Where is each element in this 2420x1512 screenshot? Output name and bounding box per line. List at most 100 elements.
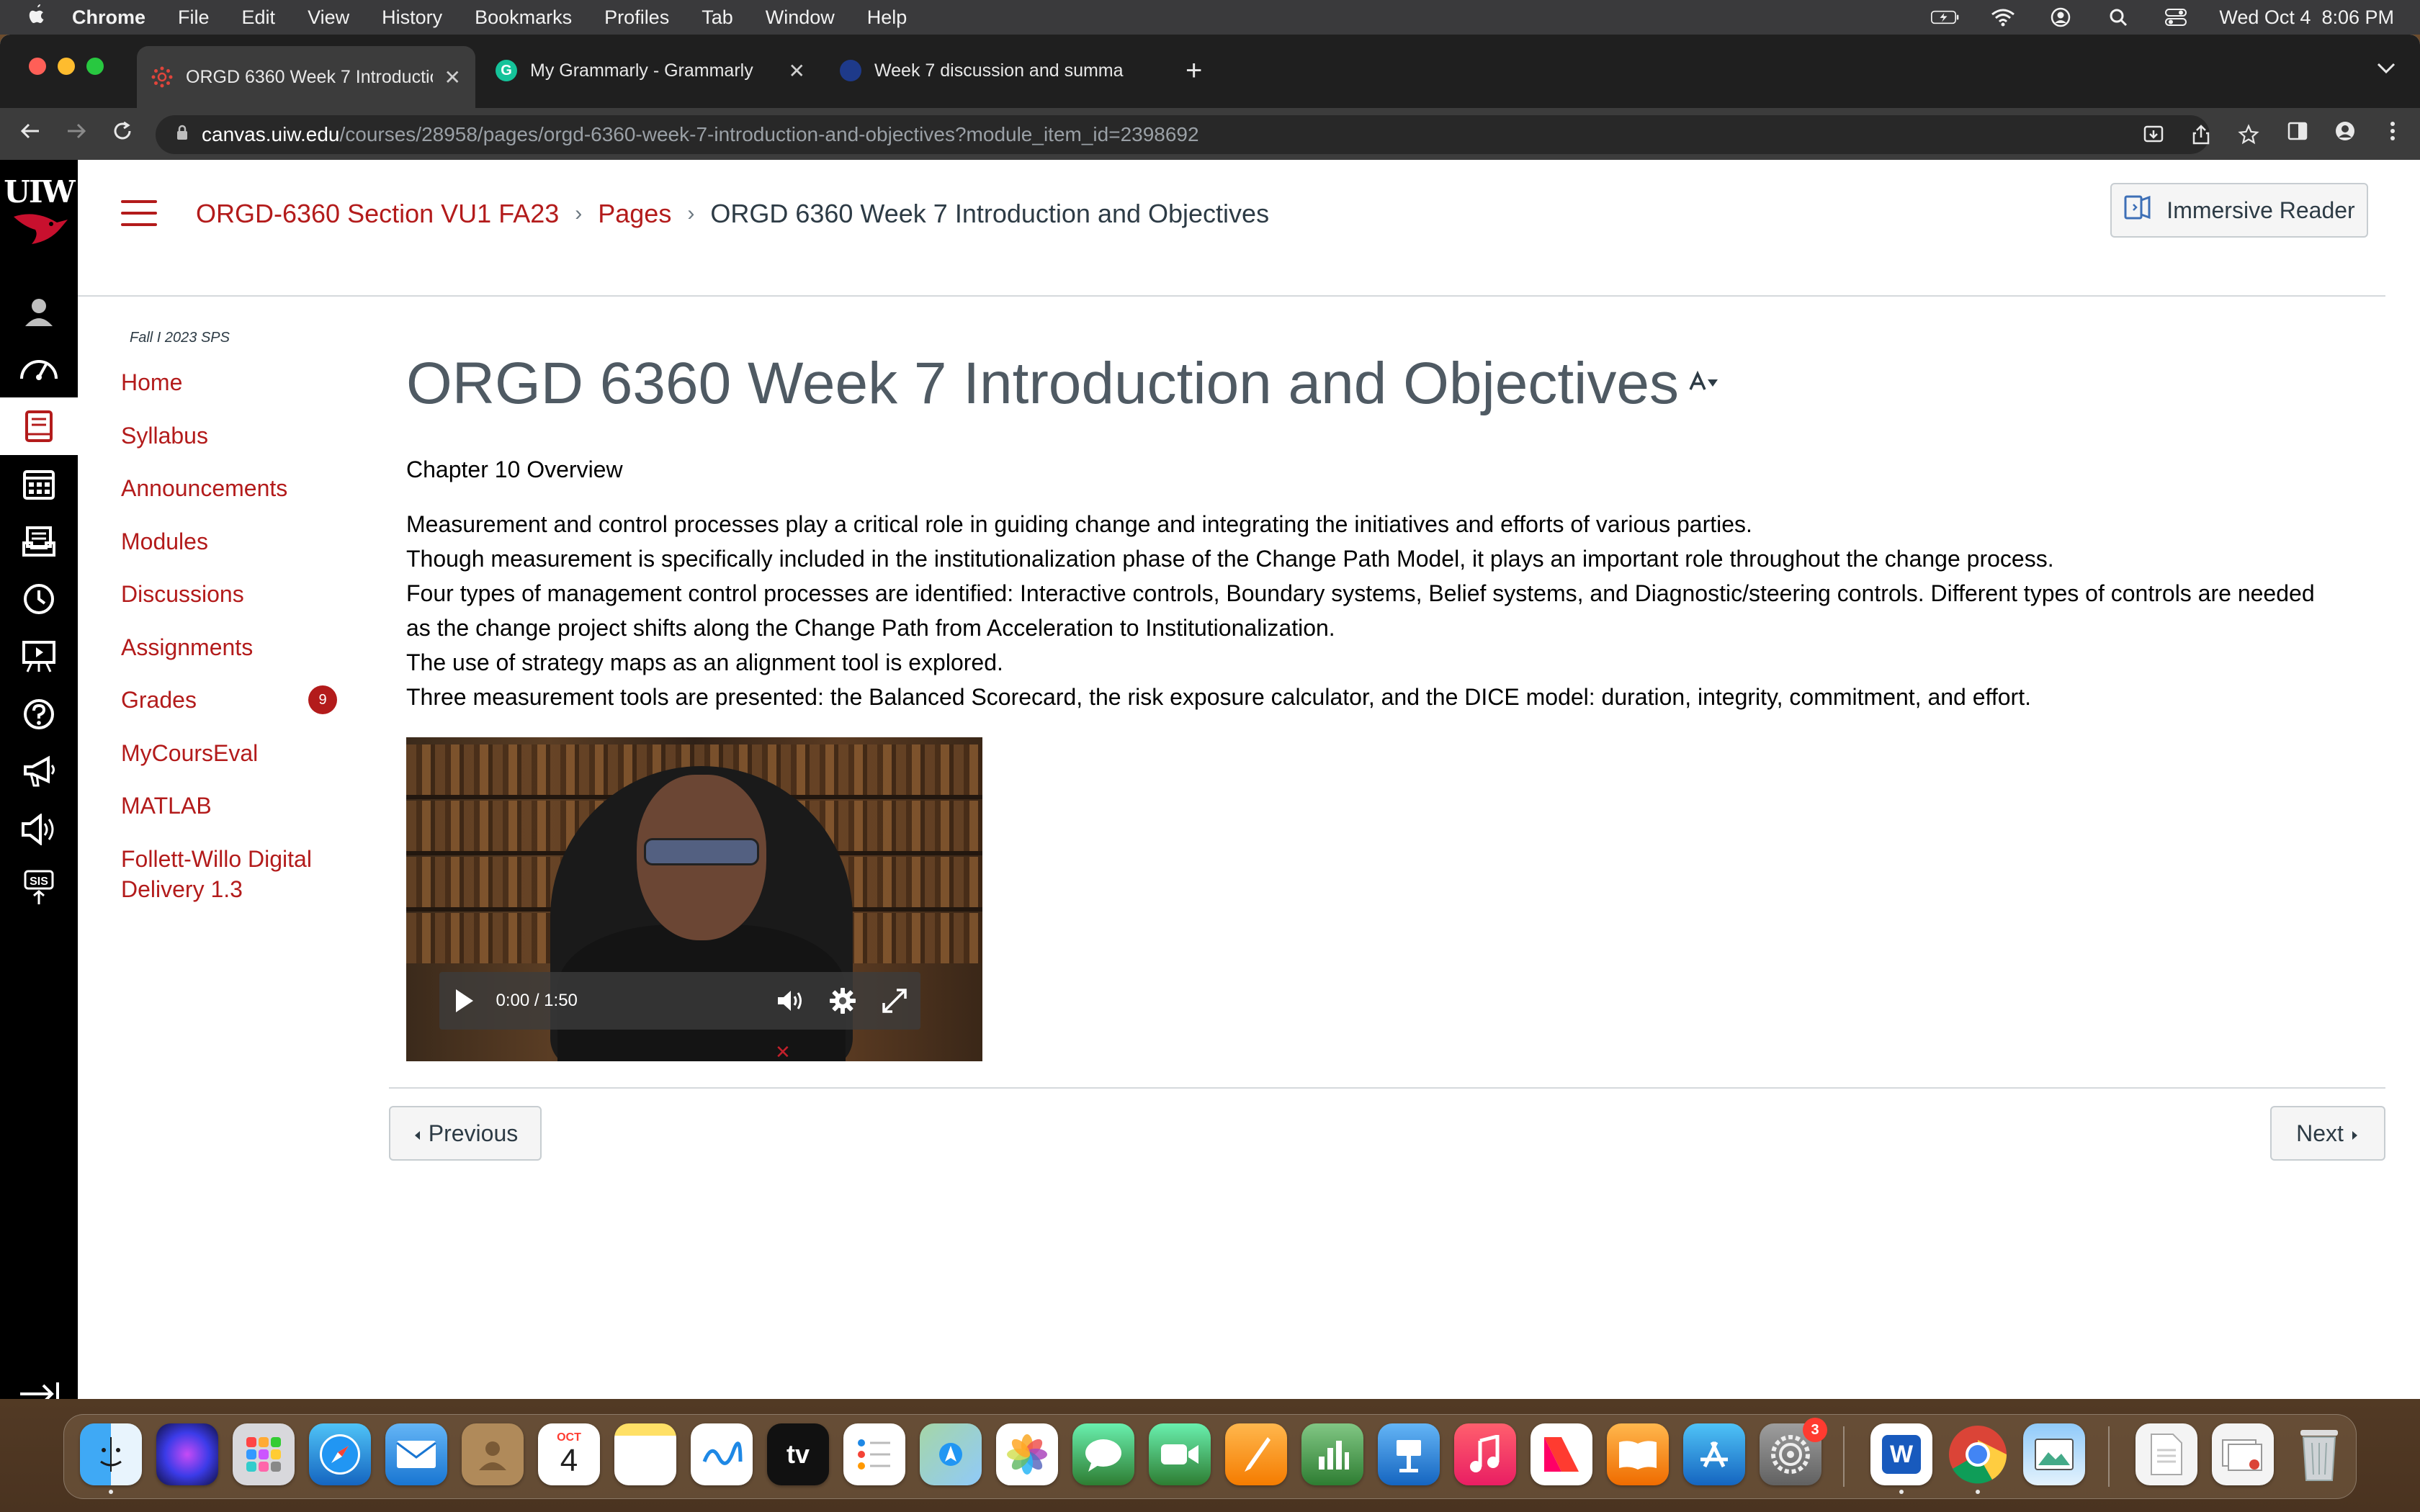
course-nav-discussions[interactable]: Discussions	[121, 579, 244, 609]
fullscreen-icon[interactable]	[869, 972, 920, 1030]
system-settings-icon[interactable]: 3	[1760, 1418, 1827, 1485]
close-tab-icon[interactable]: ✕	[789, 59, 805, 83]
font-size-icon[interactable]	[1689, 369, 1719, 399]
mail-icon[interactable]	[385, 1423, 447, 1485]
reminders-icon[interactable]	[843, 1423, 905, 1485]
immersive-reader-button[interactable]: Immersive Reader	[2110, 183, 2368, 238]
docx-file-icon[interactable]	[2136, 1423, 2197, 1485]
more-menu-icon[interactable]	[2380, 118, 2406, 144]
launchpad-icon[interactable]	[233, 1423, 295, 1485]
dashboard-icon[interactable]	[0, 338, 78, 396]
chrome-icon[interactable]	[1947, 1423, 2009, 1485]
microsoft-word-icon[interactable]: W	[1870, 1423, 1932, 1485]
settings-gear-icon[interactable]	[816, 972, 868, 1030]
user-icon[interactable]	[2046, 7, 2075, 27]
music-icon[interactable]	[1454, 1423, 1516, 1485]
account-icon[interactable]	[0, 282, 78, 340]
volume-icon[interactable]	[764, 972, 816, 1030]
menu-view[interactable]: View	[308, 6, 349, 29]
course-nav-follett[interactable]: Follett-Willo Digital Delivery 1.3	[121, 844, 337, 904]
menu-bookmarks[interactable]: Bookmarks	[475, 6, 572, 29]
menu-window[interactable]: Window	[766, 6, 835, 29]
menu-app-name[interactable]: Chrome	[72, 6, 145, 29]
calendar-app-icon[interactable]: OCT 4	[538, 1423, 600, 1485]
side-panel-icon[interactable]	[2285, 118, 2311, 144]
bookmark-star-icon[interactable]	[2236, 122, 2262, 148]
zoom-window-button[interactable]	[86, 58, 104, 75]
history-icon[interactable]	[0, 570, 78, 628]
lock-icon[interactable]	[176, 125, 189, 145]
previous-button[interactable]: Previous	[389, 1106, 542, 1161]
uiw-logo[interactable]: UIW	[0, 174, 78, 253]
wifi-icon[interactable]	[1989, 7, 2017, 27]
app-store-icon[interactable]	[1683, 1423, 1745, 1485]
menu-bar-clock[interactable]: Wed Oct 4 8:06 PM	[2219, 6, 2394, 29]
keynote-icon[interactable]	[1378, 1423, 1440, 1485]
course-nav-home[interactable]: Home	[121, 367, 182, 397]
tab-week7-discussion[interactable]: Week 7 discussion and summa	[825, 46, 1164, 95]
course-nav-modules[interactable]: Modules	[121, 526, 208, 557]
menu-edit[interactable]: Edit	[242, 6, 276, 29]
facetime-icon[interactable]	[1149, 1423, 1211, 1485]
install-icon[interactable]	[2141, 122, 2166, 148]
trash-icon[interactable]	[2288, 1423, 2350, 1485]
course-nav-grades[interactable]: Grades	[121, 685, 197, 715]
finder-icon[interactable]	[80, 1423, 142, 1485]
course-menu-toggle-icon[interactable]	[121, 200, 157, 226]
menu-profiles[interactable]: Profiles	[604, 6, 669, 29]
course-nav-assignments[interactable]: Assignments	[121, 632, 253, 662]
address-bar[interactable]: canvas.uiw.edu/courses/28958/pages/orgd-…	[156, 115, 2210, 154]
preview-icon[interactable]	[2023, 1423, 2085, 1485]
minimize-window-button[interactable]	[58, 58, 75, 75]
freeform-icon[interactable]	[691, 1423, 753, 1485]
maps-icon[interactable]	[920, 1423, 982, 1485]
tab-grammarly[interactable]: G My Grammarly - Grammarly ✕	[481, 46, 820, 95]
course-nav-announcements[interactable]: Announcements	[121, 473, 287, 503]
apple-tv-icon[interactable]: tv	[767, 1423, 829, 1485]
close-tab-icon[interactable]: ✕	[444, 66, 461, 89]
course-nav-syllabus[interactable]: Syllabus	[121, 420, 208, 451]
close-window-button[interactable]	[29, 58, 46, 75]
speaker-icon[interactable]	[0, 801, 78, 858]
menu-help[interactable]: Help	[867, 6, 908, 29]
menu-tab[interactable]: Tab	[702, 6, 733, 29]
play-icon[interactable]	[439, 972, 488, 1030]
help-icon[interactable]	[0, 685, 78, 743]
course-nav-mycourseval[interactable]: MyCoursEval	[121, 738, 258, 768]
back-arrow-icon[interactable]	[16, 120, 45, 149]
tab-search-chevron-icon[interactable]	[2377, 56, 2396, 79]
new-tab-icon[interactable]: +	[1186, 55, 1202, 87]
control-center-icon[interactable]	[2161, 7, 2190, 27]
books-icon[interactable]	[1607, 1423, 1669, 1485]
forward-arrow-icon[interactable]	[62, 120, 91, 149]
spotlight-icon[interactable]	[2104, 7, 2133, 27]
menu-file[interactable]: File	[178, 6, 210, 29]
course-nav-matlab[interactable]: MATLAB	[121, 791, 212, 821]
next-button[interactable]: Next	[2270, 1106, 2385, 1161]
photos-icon[interactable]	[996, 1423, 1058, 1485]
studio-icon[interactable]	[0, 628, 78, 685]
announcements-icon[interactable]	[0, 743, 78, 801]
tab-canvas-week7[interactable]: ORGD 6360 Week 7 Introductio ✕	[137, 46, 475, 108]
news-icon[interactable]	[1531, 1423, 1592, 1485]
notes-icon[interactable]	[614, 1423, 676, 1485]
collapse-nav-icon[interactable]	[14, 1380, 63, 1399]
courses-icon[interactable]	[0, 397, 78, 455]
video-player[interactable]: ✕ 0:00 / 1:50	[406, 737, 982, 1061]
share-icon[interactable]	[2188, 122, 2214, 148]
messages-icon[interactable]	[1072, 1423, 1134, 1485]
sis-icon[interactable]: SIS	[0, 858, 78, 916]
downloads-stack-icon[interactable]	[2212, 1423, 2274, 1485]
reload-icon[interactable]	[108, 120, 137, 149]
siri-icon[interactable]	[156, 1423, 218, 1485]
profile-icon[interactable]	[2332, 118, 2358, 144]
calendar-icon[interactable]	[0, 455, 78, 513]
breadcrumb-pages-link[interactable]: Pages	[598, 199, 671, 229]
contacts-icon[interactable]	[462, 1423, 524, 1485]
battery-icon[interactable]	[1931, 7, 1960, 27]
inbox-icon[interactable]	[0, 513, 78, 570]
menu-history[interactable]: History	[382, 6, 442, 29]
numbers-icon[interactable]	[1301, 1423, 1363, 1485]
apple-menu-icon[interactable]	[26, 3, 48, 32]
pages-icon[interactable]	[1225, 1423, 1287, 1485]
